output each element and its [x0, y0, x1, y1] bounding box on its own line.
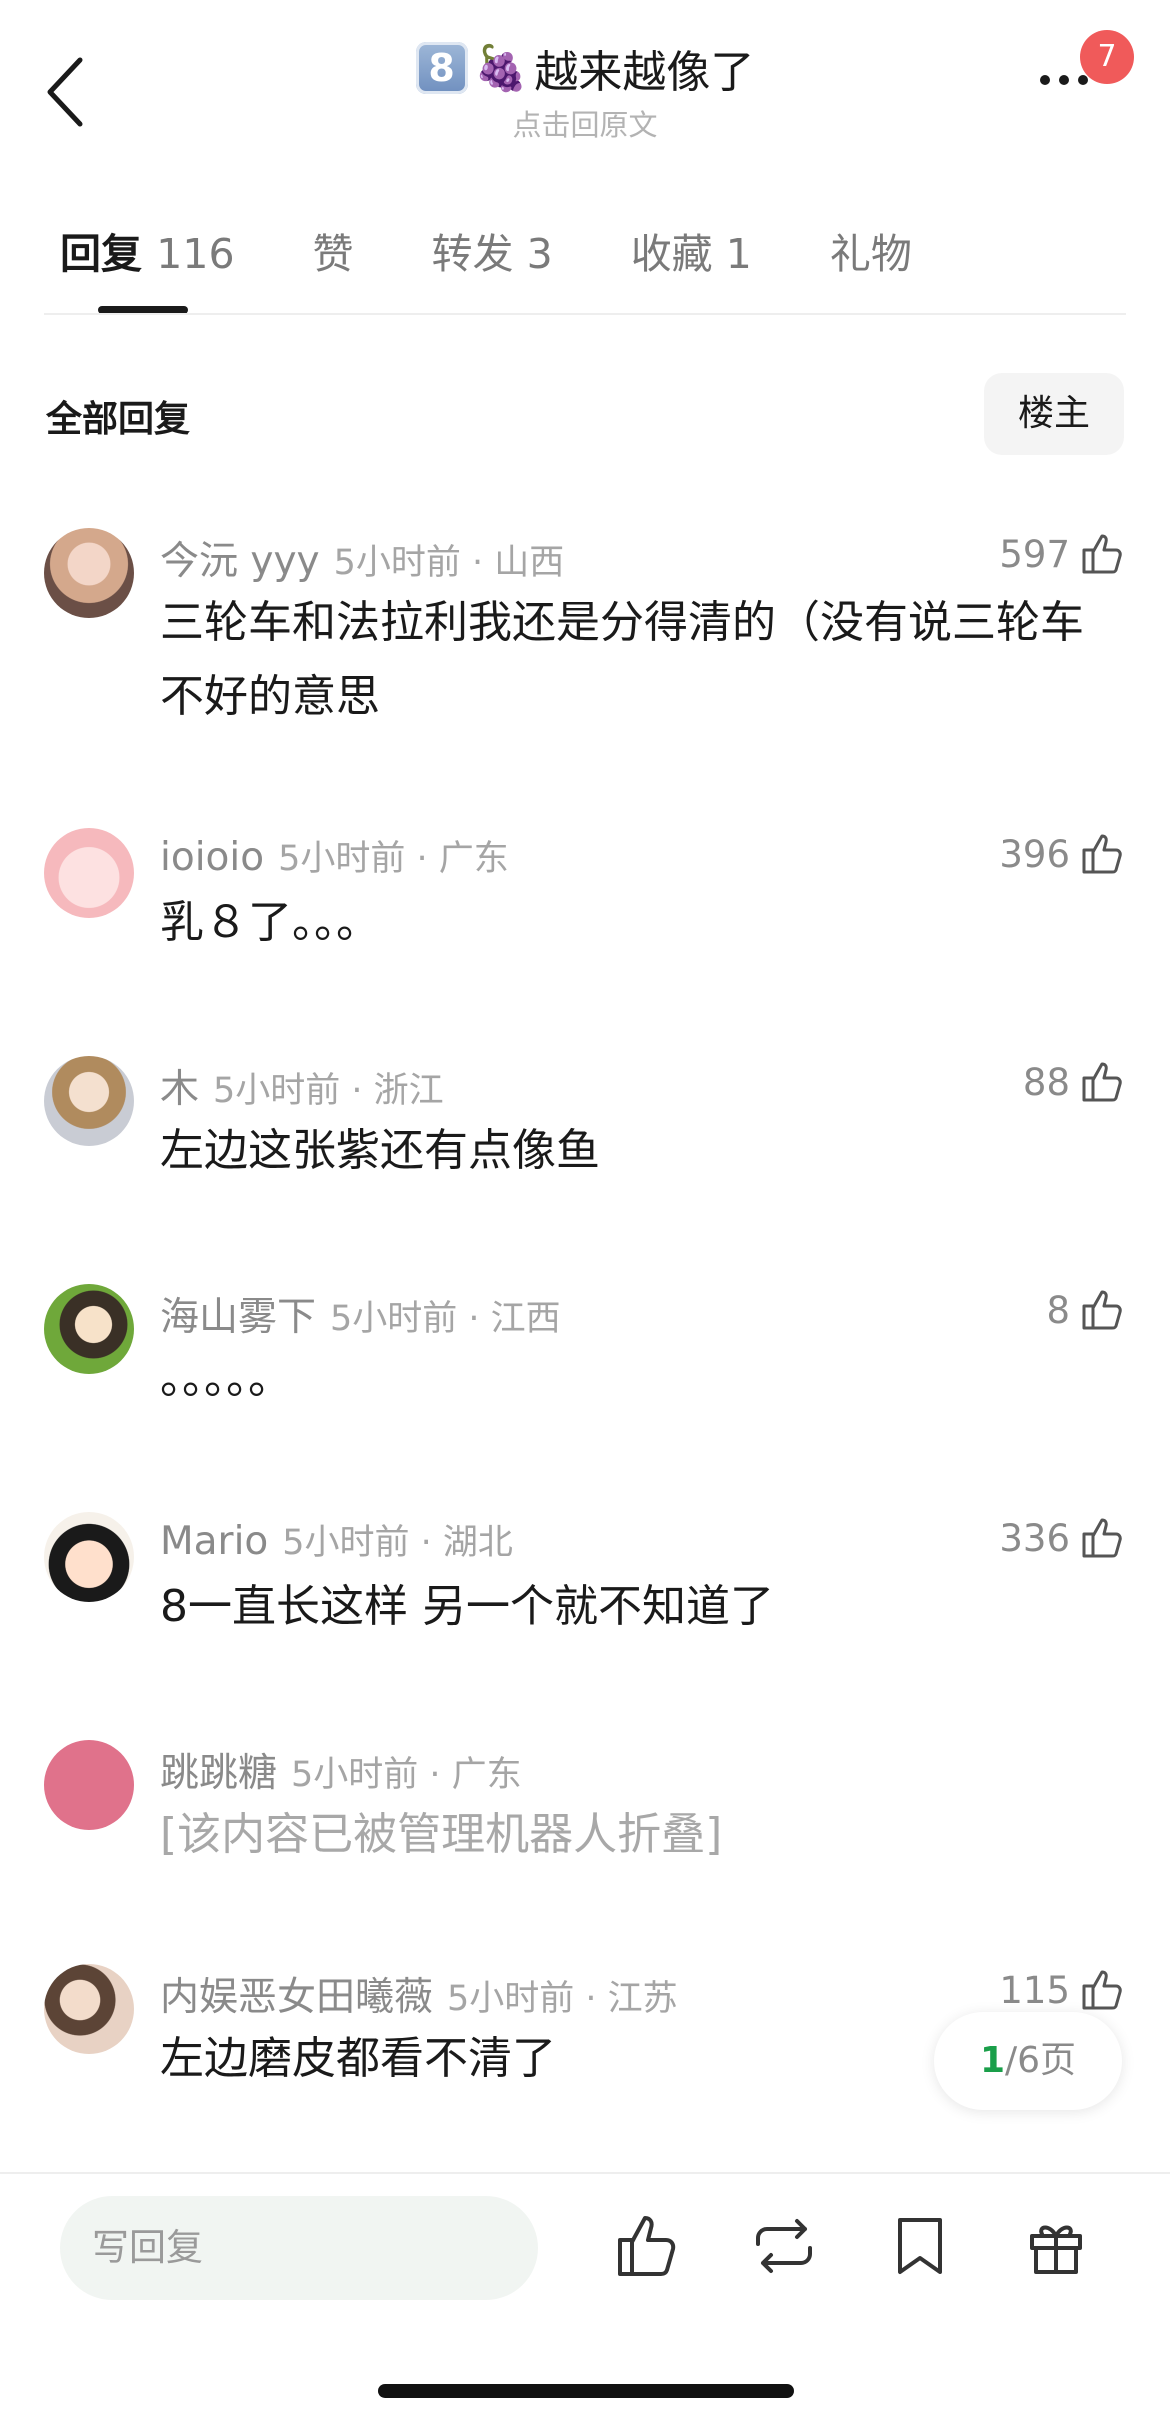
avatar[interactable]	[44, 1056, 134, 1146]
notification-badge: 7	[1080, 30, 1134, 84]
comment-text: 三轮车和法拉利我还是分得清的（没有说三轮车不好的意思	[160, 597, 1084, 722]
folded-comment-notice[interactable]: [该内容已被管理机器人折叠]	[160, 1798, 1100, 1872]
back-to-original-link[interactable]: 点击回原文	[0, 102, 1170, 144]
like-count: 8	[1046, 1288, 1070, 1332]
username[interactable]: 海山雾下	[160, 1295, 316, 1340]
comment-text: 左边这张紫还有点像鱼	[160, 1125, 600, 1176]
total-pages: /6页	[1005, 2040, 1077, 2081]
bookmark-icon[interactable]	[884, 2210, 956, 2282]
tabs-divider	[44, 313, 1126, 315]
like-button[interactable]: 597	[999, 530, 1126, 578]
home-indicator	[378, 2384, 794, 2398]
all-replies-label: 全部回复	[46, 399, 191, 440]
avatar[interactable]	[44, 1740, 134, 1830]
comment-item: ioioio 5小时前 · 广东 396 乳８了。。。	[0, 820, 1170, 1020]
comment-text: 。。。。。	[160, 1353, 292, 1404]
avatar[interactable]	[44, 528, 134, 618]
avatar[interactable]	[44, 1512, 134, 1602]
comment-text: 8一直长这样 另一个就不知道了	[160, 1581, 774, 1632]
thumbs-up-icon	[1082, 1970, 1122, 2010]
avatar[interactable]	[44, 1284, 134, 1374]
thumbs-up-icon	[1082, 834, 1122, 874]
current-page: 1	[979, 2040, 1005, 2081]
like-button[interactable]: 88	[1023, 1058, 1126, 1106]
post-title: 8 🍇 越来越像了	[415, 36, 755, 100]
grape-emoji: 🍇	[473, 43, 529, 94]
like-count: 88	[1022, 1060, 1070, 1104]
like-button[interactable]: 396	[999, 830, 1126, 878]
like-count: 396	[999, 832, 1070, 876]
op-only-filter-button[interactable]: 楼主	[984, 373, 1124, 455]
tab-favorites[interactable]: 收藏 1	[631, 220, 752, 280]
gift-icon[interactable]	[1020, 2210, 1092, 2282]
thumbs-up-icon	[1082, 1518, 1122, 1558]
avatar[interactable]	[44, 828, 134, 918]
time-location: 5小时前 · 江西	[330, 1299, 561, 1339]
time-location: 5小时前 · 湖北	[282, 1523, 513, 1563]
tab-reposts[interactable]: 转发 3	[432, 220, 553, 280]
like-button[interactable]: 8	[1046, 1286, 1126, 1334]
repost-icon[interactable]	[748, 2210, 820, 2282]
page-indicator[interactable]: 1/6页	[934, 2012, 1122, 2110]
time-location: 5小时前 · 浙江	[213, 1071, 444, 1111]
comment-item: Mario 5小时前 · 湖北 336 8一直长这样 另一个就不知道了	[0, 1504, 1170, 1704]
comment-text: 乳８了。。。	[160, 897, 380, 948]
username[interactable]: 内娱恶女田曦薇	[160, 1975, 433, 2020]
number-badge: 8	[415, 42, 468, 94]
like-count: 115	[999, 1968, 1070, 2012]
username[interactable]: 木	[160, 1067, 199, 1112]
comment-item: 海山雾下 5小时前 · 江西 8 。。。。。	[0, 1276, 1170, 1476]
title-text: 越来越像了	[534, 47, 755, 98]
thumbs-up-icon	[1082, 534, 1122, 574]
username[interactable]: Mario	[160, 1519, 268, 1564]
post-title-area[interactable]: 8 🍇 越来越像了 点击回原文	[0, 36, 1170, 144]
username[interactable]: ioioio	[160, 835, 264, 880]
like-button[interactable]: 115	[999, 1966, 1126, 2014]
username[interactable]: 今沅 yyy	[160, 539, 320, 584]
thumbs-up-icon	[1082, 1290, 1122, 1330]
tab-likes[interactable]: 赞	[313, 220, 354, 280]
time-location: 5小时前 · 广东	[291, 1755, 522, 1795]
thumbs-up-icon	[1082, 1062, 1122, 1102]
comment-item: 木 5小时前 · 浙江 88 左边这张紫还有点像鱼	[0, 1048, 1170, 1248]
time-location: 5小时前 · 山西	[333, 543, 565, 583]
bottom-bar-divider	[0, 2172, 1170, 2174]
like-button[interactable]: 336	[999, 1514, 1126, 1562]
like-post-icon[interactable]	[612, 2210, 684, 2282]
tab-bar: 回复 116 赞 转发 3 收藏 1 礼物	[60, 220, 990, 280]
tab-replies[interactable]: 回复 116	[60, 220, 235, 280]
username[interactable]: 跳跳糖	[160, 1751, 277, 1796]
reply-input[interactable]: 写回复	[60, 2196, 538, 2300]
comment-item: 今沅 yyy 5小时前 · 山西 597 三轮车和法拉利我还是分得清的（没有说三轮…	[0, 520, 1170, 722]
time-location: 5小时前 · 江苏	[447, 1979, 678, 2019]
time-location: 5小时前 · 广东	[278, 839, 509, 879]
tab-gifts[interactable]: 礼物	[830, 220, 912, 280]
avatar[interactable]	[44, 1964, 134, 2054]
like-count: 336	[999, 1516, 1070, 1560]
comment-item: 跳跳糖 5小时前 · 广东 [该内容已被管理机器人折叠]	[0, 1732, 1170, 1932]
like-count: 597	[999, 532, 1070, 576]
